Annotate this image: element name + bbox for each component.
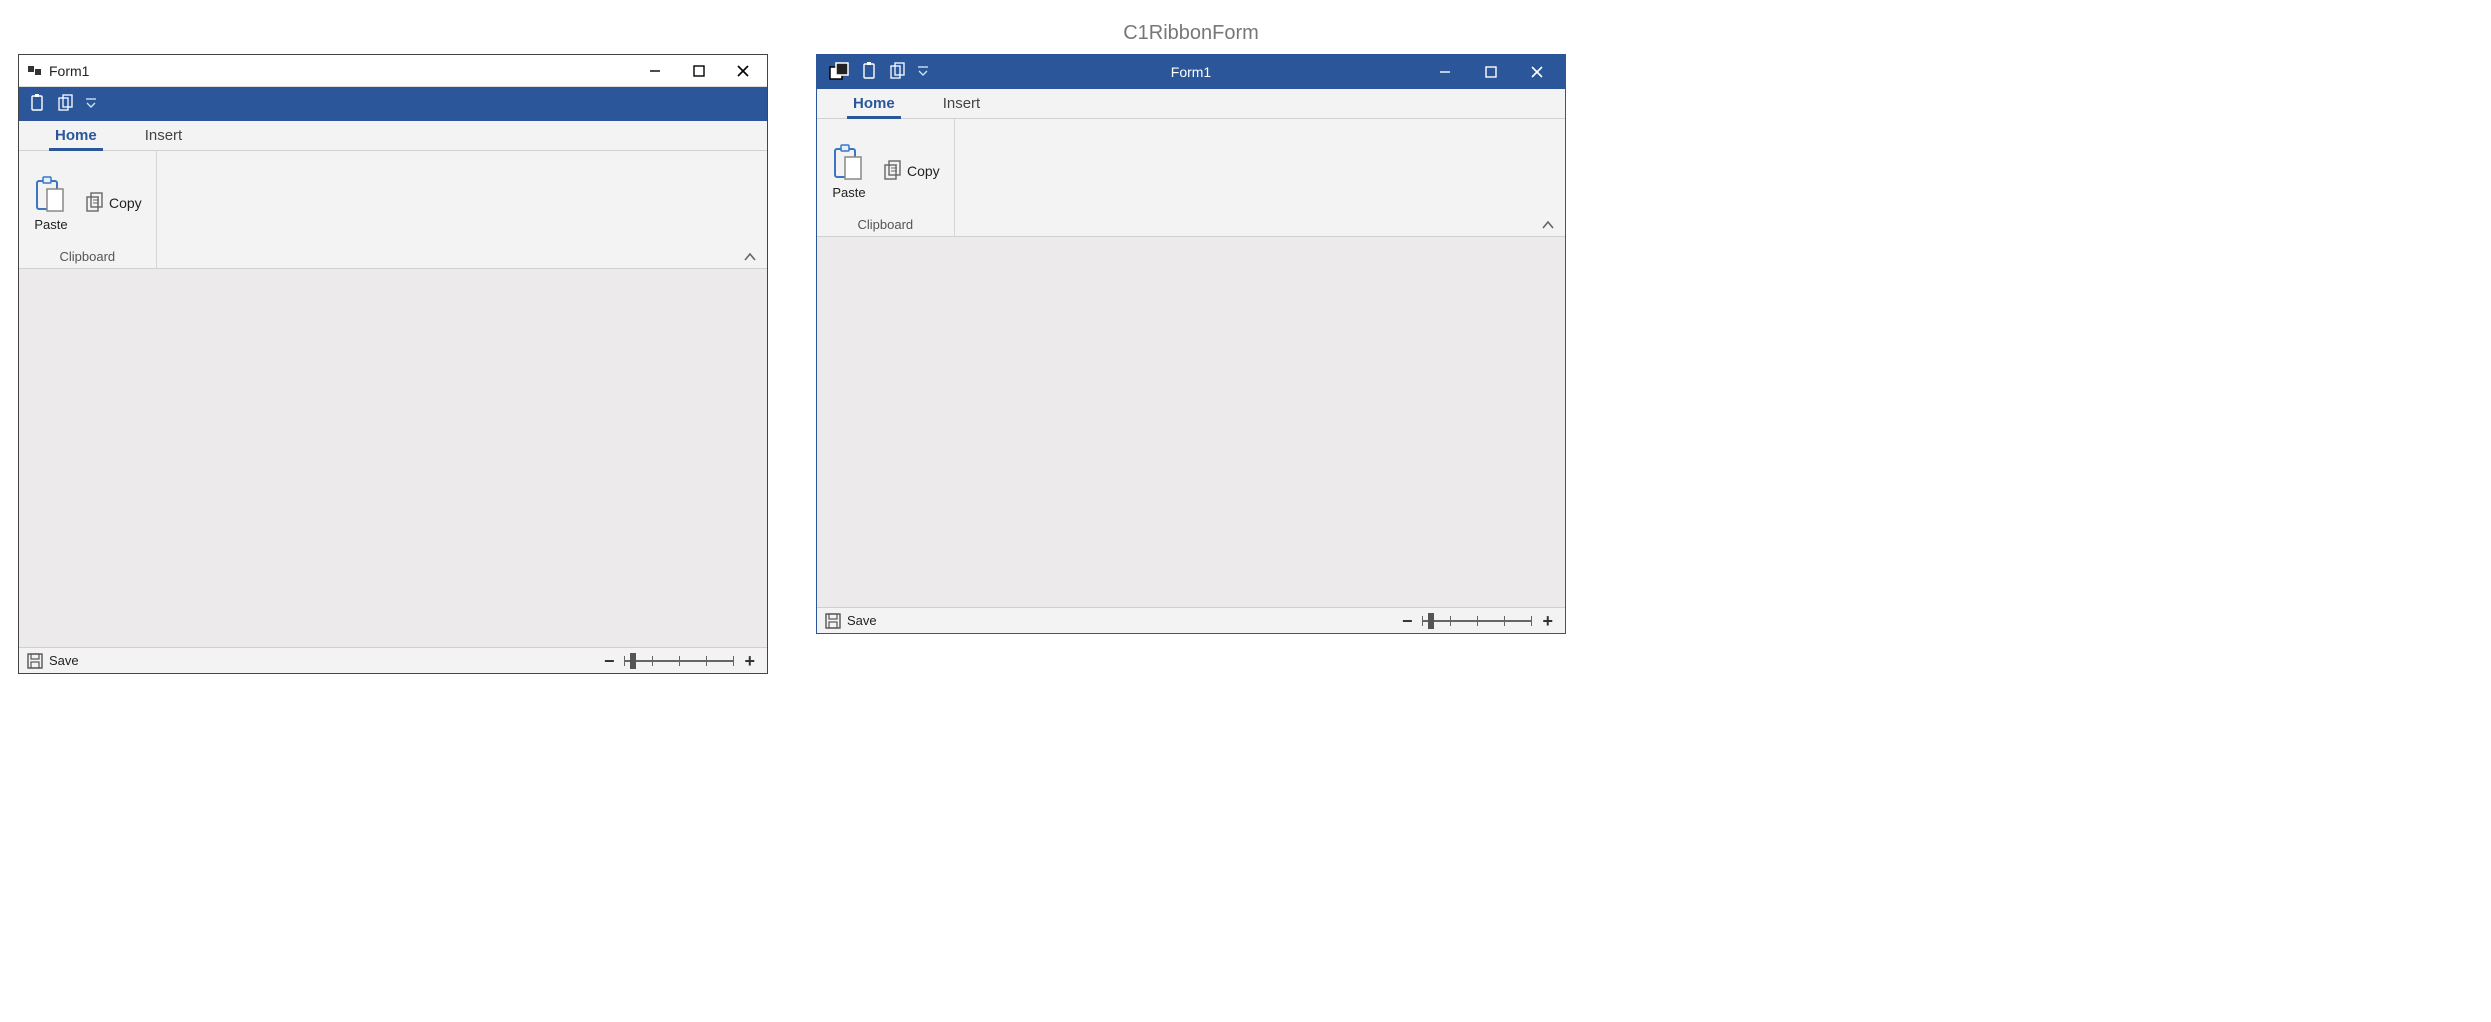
copy-icon — [85, 192, 105, 214]
app-switch-icon[interactable] — [829, 62, 851, 82]
client-area — [19, 269, 767, 647]
qat-copy-icon[interactable] — [889, 62, 907, 82]
save-label: Save — [49, 653, 79, 668]
save-icon — [825, 613, 841, 629]
group-label-clipboard: Clipboard — [29, 249, 146, 266]
window-title: Form1 — [49, 63, 89, 79]
save-status-button[interactable]: Save — [825, 613, 877, 629]
client-area — [817, 237, 1565, 607]
copy-button[interactable]: Copy — [81, 190, 146, 216]
maximize-button[interactable] — [679, 57, 719, 85]
right-window: Form1 Home Insert — [816, 54, 1566, 634]
zoom-out-button[interactable]: − — [1398, 612, 1417, 630]
ribbon-tabs: Home Insert — [817, 89, 1565, 119]
ribbon-body: Paste Copy Clipboard — [817, 119, 1565, 237]
copy-icon — [883, 160, 903, 182]
zoom-in-button[interactable]: + — [1538, 612, 1557, 630]
qat-paste-icon[interactable] — [29, 94, 47, 114]
tab-home[interactable]: Home — [43, 123, 109, 150]
minimize-button[interactable] — [635, 57, 675, 85]
zoom-slider[interactable] — [624, 660, 734, 662]
qat-paste-icon[interactable] — [861, 62, 879, 82]
close-button[interactable] — [723, 57, 763, 85]
paste-button[interactable]: Paste — [827, 143, 871, 200]
status-bar: Save − + — [817, 607, 1565, 633]
ribbon-group-clipboard: Paste Copy Clipboard — [19, 151, 157, 268]
paste-button[interactable]: Paste — [29, 175, 73, 232]
left-window: Form1 — [18, 54, 768, 674]
app-icon — [27, 63, 43, 79]
qat-bar — [19, 87, 767, 121]
zoom-in-button[interactable]: + — [740, 652, 759, 670]
zoom-out-button[interactable]: − — [600, 652, 619, 670]
right-caption: C1RibbonForm — [1123, 18, 1259, 48]
ribbon-body: Paste Copy Clipboard — [19, 151, 767, 269]
save-label: Save — [847, 613, 877, 628]
collapse-ribbon-button[interactable] — [743, 250, 757, 264]
qat-copy-icon[interactable] — [57, 94, 75, 114]
copy-label: Copy — [907, 163, 940, 179]
paste-icon — [831, 143, 867, 183]
qat-customize-dropdown[interactable] — [917, 65, 929, 79]
ribbon-tabs: Home Insert — [19, 121, 767, 151]
minimize-button[interactable] — [1431, 58, 1459, 86]
copy-label: Copy — [109, 195, 142, 211]
paste-label: Paste — [34, 217, 67, 232]
save-icon — [27, 653, 43, 669]
save-status-button[interactable]: Save — [27, 653, 79, 669]
native-titlebar[interactable]: Form1 — [19, 55, 767, 87]
close-button[interactable] — [1523, 58, 1551, 86]
paste-icon — [33, 175, 69, 215]
tab-insert[interactable]: Insert — [133, 123, 195, 150]
qat-customize-dropdown[interactable] — [85, 97, 97, 111]
tab-home[interactable]: Home — [841, 91, 907, 118]
ribbon-titlebar[interactable]: Form1 — [817, 55, 1565, 89]
paste-label: Paste — [832, 185, 865, 200]
maximize-button[interactable] — [1477, 58, 1505, 86]
ribbon-group-clipboard: Paste Copy Clipboard — [817, 119, 955, 236]
copy-button[interactable]: Copy — [879, 158, 944, 184]
status-bar: Save − + — [19, 647, 767, 673]
tab-insert[interactable]: Insert — [931, 91, 993, 118]
group-label-clipboard: Clipboard — [827, 217, 944, 234]
collapse-ribbon-button[interactable] — [1541, 218, 1555, 232]
zoom-slider[interactable] — [1422, 620, 1532, 622]
